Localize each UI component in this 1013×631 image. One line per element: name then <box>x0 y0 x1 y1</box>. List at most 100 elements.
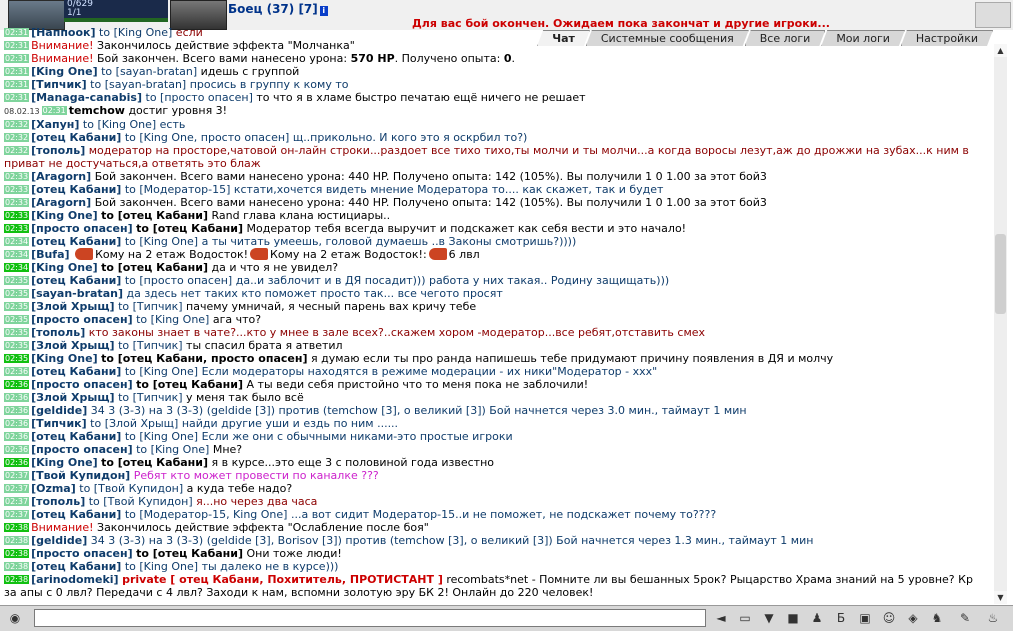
eraser-icon[interactable]: ▭ <box>736 609 754 627</box>
nick[interactable]: [Твой Купидон] <box>31 469 130 482</box>
recipient[interactable]: to [Типчик] <box>118 339 182 352</box>
message-time[interactable]: 02:34 <box>4 263 30 272</box>
nick[interactable]: [просто опасен] <box>31 443 133 456</box>
recipient[interactable]: to [отец Кабани] <box>101 209 208 222</box>
message-time[interactable]: 02:36 <box>4 419 30 428</box>
nick[interactable]: temchow <box>69 104 125 117</box>
message-time[interactable]: 02:33 <box>4 185 30 194</box>
nick[interactable]: [King One] <box>31 352 98 365</box>
nick[interactable]: [отец Кабани] <box>31 365 121 378</box>
nick[interactable]: [просто опасен] <box>31 547 133 560</box>
message-time[interactable]: 02:31 <box>4 41 30 50</box>
nick[interactable]: [отец Кабани] <box>31 560 121 573</box>
nick[interactable]: [тополь] <box>31 144 85 157</box>
message-time[interactable]: 02:34 <box>4 250 30 259</box>
message-time[interactable]: 02:35 <box>4 328 30 337</box>
nick[interactable]: [geldide] <box>31 534 87 547</box>
smile-icon[interactable]: ☺ <box>880 609 898 627</box>
recipient[interactable]: to [King One] <box>125 365 198 378</box>
nick[interactable]: [отец Кабани] <box>31 183 121 196</box>
recipient[interactable]: to [King One] <box>125 235 198 248</box>
nick[interactable]: [отец Кабани] <box>31 235 121 248</box>
nick[interactable]: [просто опасен] <box>31 222 133 235</box>
message-time[interactable]: 02:38 <box>4 523 30 532</box>
message-time[interactable]: 02:38 <box>4 562 30 571</box>
recipient[interactable]: to [отец Кабани] <box>136 378 243 391</box>
message-time[interactable]: 02:36 <box>4 458 30 467</box>
nick[interactable]: [отец Кабани] <box>31 274 121 287</box>
nick[interactable]: [Хапун] <box>31 118 79 131</box>
recipient[interactable]: to [просто опасен] <box>125 274 232 287</box>
message-time[interactable]: 02:36 <box>4 380 30 389</box>
speaker-icon[interactable]: ◉ <box>6 609 24 627</box>
nick[interactable]: [Типчик] <box>31 417 87 430</box>
message-time[interactable]: 02:32 <box>4 146 30 155</box>
recipient[interactable]: to [просто опасен] <box>146 91 253 104</box>
nick[interactable]: [King One] <box>31 65 98 78</box>
recipient[interactable]: to [Модератор-15] <box>125 183 231 196</box>
bottle-icon[interactable]: ♨ <box>984 609 1002 627</box>
nick[interactable]: [Наппоок] <box>31 26 95 39</box>
message-time[interactable]: 02:32 <box>4 133 30 142</box>
recipient[interactable]: to [sayan-bratan] <box>101 65 197 78</box>
message-time[interactable]: 02:34 <box>4 237 30 246</box>
nick[interactable]: [King One] <box>31 261 98 274</box>
recipient[interactable]: to [Типчик] <box>118 391 182 404</box>
save-icon[interactable]: ■ <box>784 609 802 627</box>
recipient[interactable]: to [King One] <box>83 118 156 131</box>
message-time[interactable]: 02:38 <box>4 575 30 584</box>
nick[interactable]: [отец Кабани] <box>31 131 121 144</box>
private-recipient[interactable]: private [ отец Кабани, Похититель, ПРОТИ… <box>122 573 443 586</box>
nick[interactable]: [Злой Хрыщ] <box>31 391 115 404</box>
message-time[interactable]: 02:31 <box>4 80 30 89</box>
filter-icon[interactable]: ▼ <box>760 609 778 627</box>
message-time[interactable]: 02:33 <box>4 198 30 207</box>
recipient[interactable]: to [King One] <box>99 26 172 39</box>
scroll-down-icon[interactable]: ▼ <box>994 591 1007 604</box>
recipient[interactable]: to [Модератор-15, King One] <box>125 508 288 521</box>
chat-scrollbar[interactable]: ▲ ▼ <box>994 44 1007 604</box>
nick[interactable]: [Злой Хрыщ] <box>31 339 115 352</box>
nick[interactable]: [отец Кабани] <box>31 508 121 521</box>
message-time[interactable]: 02:35 <box>4 276 30 285</box>
info-icon[interactable]: i <box>319 6 328 16</box>
message-time[interactable]: 02:31 <box>4 54 30 63</box>
nick[interactable]: [Managa-canabis] <box>31 91 142 104</box>
message-time[interactable]: 02:35 <box>4 289 30 298</box>
nick[interactable]: [Злой Хрыщ] <box>31 300 115 313</box>
nick[interactable]: [arinodomeki] <box>31 573 119 586</box>
message-time[interactable]: 02:37 <box>4 484 30 493</box>
send-icon[interactable]: ◄ <box>712 609 730 627</box>
nick[interactable]: [Bufa] <box>31 248 70 261</box>
recipient[interactable]: to [отец Кабани] <box>136 222 243 235</box>
clan-icon[interactable]: ◈ <box>904 609 922 627</box>
top-right-panel[interactable] <box>975 2 1011 28</box>
recipient[interactable]: to [King One] <box>136 313 209 326</box>
nick[interactable]: [тополь] <box>31 495 85 508</box>
message-time[interactable]: 02:38 <box>4 549 30 558</box>
nick[interactable]: [King One] <box>31 456 98 469</box>
message-time[interactable]: 02:36 <box>4 445 30 454</box>
recipient[interactable]: to [King One] <box>125 560 198 573</box>
message-time[interactable]: 02:35 <box>4 341 30 350</box>
message-time[interactable]: 02:35 <box>4 302 30 311</box>
message-time[interactable]: 02:36 <box>4 367 30 376</box>
chat-input[interactable] <box>34 609 706 627</box>
message-time[interactable]: 02:37 <box>4 510 30 519</box>
scroll-up-icon[interactable]: ▲ <box>994 44 1007 57</box>
recipient[interactable]: to [King One, просто опасен] <box>125 131 290 144</box>
person-icon[interactable]: ♟ <box>808 609 826 627</box>
nick[interactable]: [King One] <box>31 209 98 222</box>
nick[interactable]: [sayan-bratan] <box>31 287 123 300</box>
message-time[interactable]: 02:32 <box>4 120 30 129</box>
message-time[interactable]: 02:31 <box>4 28 30 37</box>
recipient[interactable]: to [Твой Купидон] <box>89 495 193 508</box>
tool-icon[interactable]: ✎ <box>956 609 974 627</box>
message-time[interactable]: 02:33 <box>4 172 30 181</box>
message-time[interactable]: 02:36 <box>4 393 30 402</box>
nick[interactable]: [тополь] <box>31 326 85 339</box>
recipient[interactable]: to [отец Кабани, просто опасен] <box>101 352 307 365</box>
nick[interactable]: [Aragorn] <box>31 196 91 209</box>
nick[interactable]: [отец Кабани] <box>31 430 121 443</box>
chat-icon[interactable]: ▣ <box>856 609 874 627</box>
